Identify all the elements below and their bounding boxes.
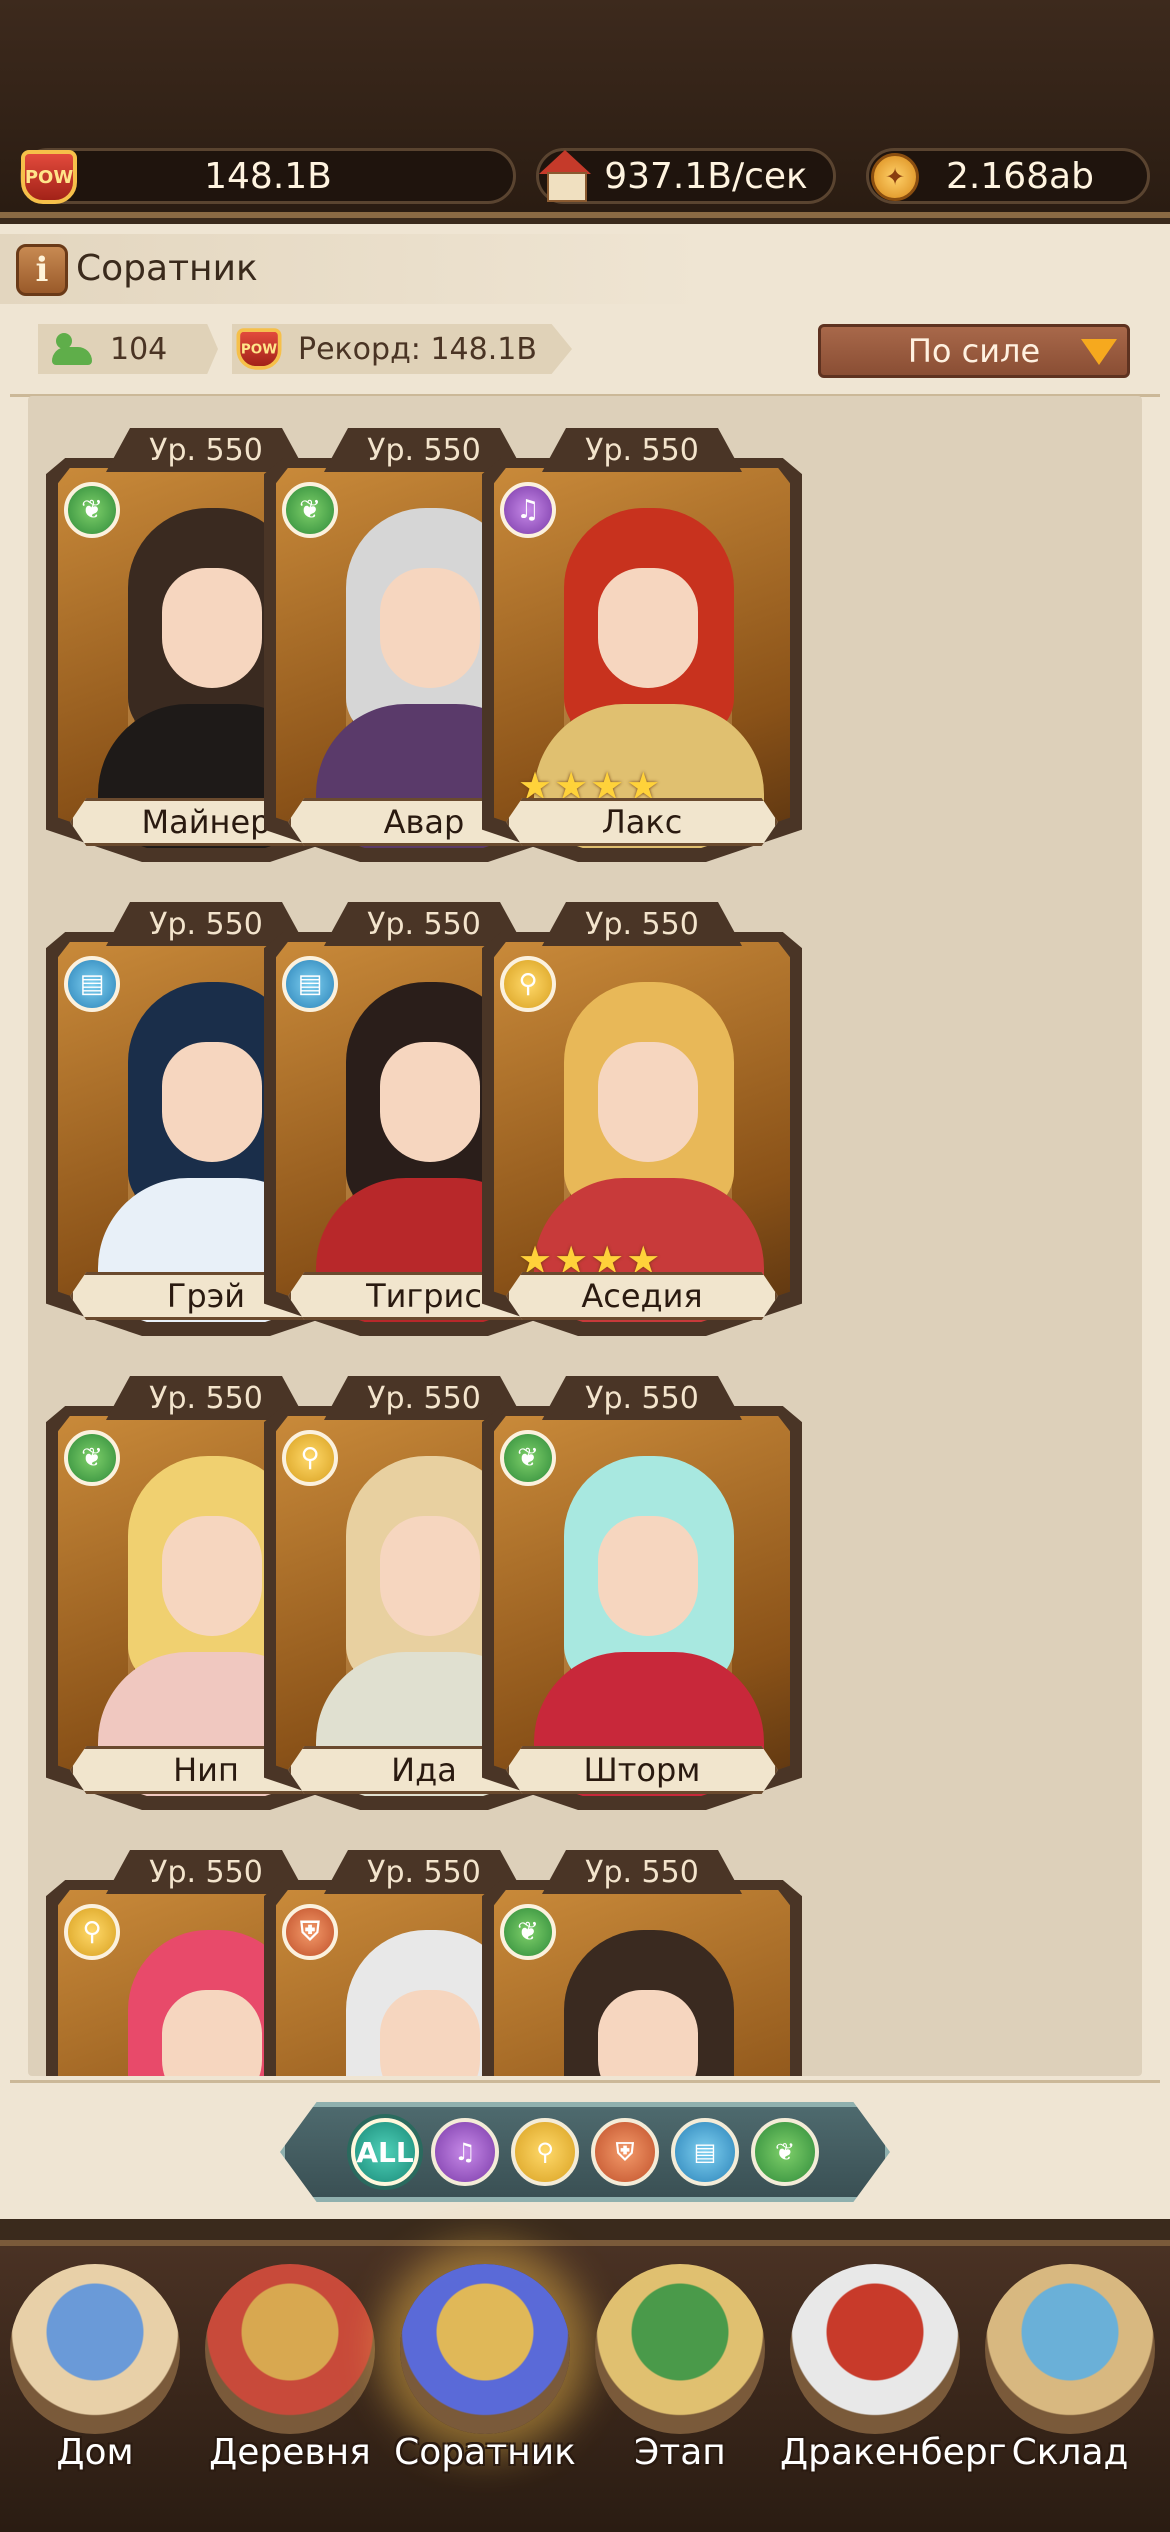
broom-icon: ⚲ [282,1430,338,1486]
nav-storage[interactable]: Склад [975,2258,1165,2488]
page-title: Соратник [76,248,258,289]
people-icon [52,333,94,365]
nav-label: Этап [634,2432,726,2473]
hero-card[interactable]: Ур. 550 ❦ [482,1850,802,2076]
gems-counter[interactable]: ✦ 2.168ab [866,148,1150,204]
shield-icon: ⛨ [282,1904,338,1960]
title-row: i Соратник [0,234,1170,304]
book-icon: ▤ [64,956,120,1012]
wing-icon: ❦ [282,482,338,538]
companions-icon [400,2264,570,2434]
hero-card[interactable]: Ур. 550 ♫ ★★★★ Лакс [482,428,802,876]
nav-companions[interactable]: Соратник [390,2258,580,2488]
filter-shield-icon[interactable]: ⛨ [591,2118,659,2186]
divider [10,2080,1160,2083]
pow-icon: POW [236,328,282,370]
filter-broom-icon[interactable]: ⚲ [511,2118,579,2186]
storage-icon [985,2264,1155,2434]
class-filter-bar: ALL ♫ ⚲ ⛨ ▤ ❦ [280,2102,890,2202]
lyre-icon: ♫ [500,482,556,538]
income-counter[interactable]: 937.1B/сек [536,148,836,204]
record-value: Рекорд: 148.1B [298,331,537,367]
nav-label: Дом [56,2432,134,2473]
house-icon [529,141,601,213]
filter-book-icon[interactable]: ▤ [671,2118,739,2186]
coin-icon: ✦ [859,141,931,213]
hero-card[interactable]: Ур. 550 ❦ Шторм [482,1376,802,1824]
pow-icon: POW [13,141,85,213]
hero-card[interactable]: Ур. 550 ⚲ ★★★★ Аседия [482,902,802,1350]
wing-icon: ❦ [64,1430,120,1486]
wing-icon: ❦ [64,482,120,538]
book-icon: ▤ [282,956,338,1012]
nav-bed[interactable]: Дом [0,2258,190,2488]
nav-label: Деревня [209,2432,371,2473]
companion-count: 104 [110,331,168,367]
castle-icon [790,2264,960,2434]
nav-label: Склад [1011,2432,1129,2473]
income-value: 937.1B/сек [604,155,808,197]
nav-castle[interactable]: Дракенберг [780,2258,1007,2488]
broom-icon: ⚲ [64,1904,120,1960]
dropdown-arrow-icon [1081,339,1117,365]
companion-count-badge: 104 [38,324,218,374]
nav-label: Дракенберг [780,2432,1007,2473]
camp-icon [595,2264,765,2434]
nav-windmill[interactable]: Деревня [195,2258,385,2488]
hero-grid[interactable]: Ур. 550 ❦ Майнер Ур. 550 ❦ Авар Ур. 550 … [28,396,1142,2076]
companions-panel: i Соратник 104 POW Рекорд: 148.1B По сил… [0,224,1170,2219]
record-badge: POW Рекорд: 148.1B [232,324,572,374]
bottom-navigation: Дом Деревня Соратник Этап Дракенберг Скл… [0,2240,1170,2532]
sort-dropdown[interactable]: По силе [818,324,1130,378]
hero-level: Ур. 550 [542,1850,742,1894]
hero-level: Ур. 550 [542,428,742,472]
windmill-icon [205,2264,375,2434]
wing-icon: ❦ [500,1904,556,1960]
filter-all-button[interactable]: ALL [351,2118,419,2186]
nav-camp[interactable]: Этап [585,2258,775,2488]
hero-name: Шторм [506,1746,778,1794]
filter-lyre-icon[interactable]: ♫ [431,2118,499,2186]
hero-name: Лакс [506,798,778,846]
filter-wing-icon[interactable]: ❦ [751,2118,819,2186]
gems-value: 2.168ab [946,155,1094,197]
hero-level: Ур. 550 [542,902,742,946]
hero-name: Аседия [506,1272,778,1320]
bed-icon [10,2264,180,2434]
power-value: 148.1B [204,155,332,197]
nav-label: Соратник [394,2432,576,2473]
broom-icon: ⚲ [500,956,556,1012]
sort-label: По силе [907,332,1041,370]
top-resource-bar: POW 148.1B 937.1B/сек ✦ 2.168ab [0,0,1170,218]
info-icon[interactable]: i [16,244,68,296]
hero-level: Ур. 550 [542,1376,742,1420]
power-counter[interactable]: POW 148.1B [20,148,516,204]
wing-icon: ❦ [500,1430,556,1486]
